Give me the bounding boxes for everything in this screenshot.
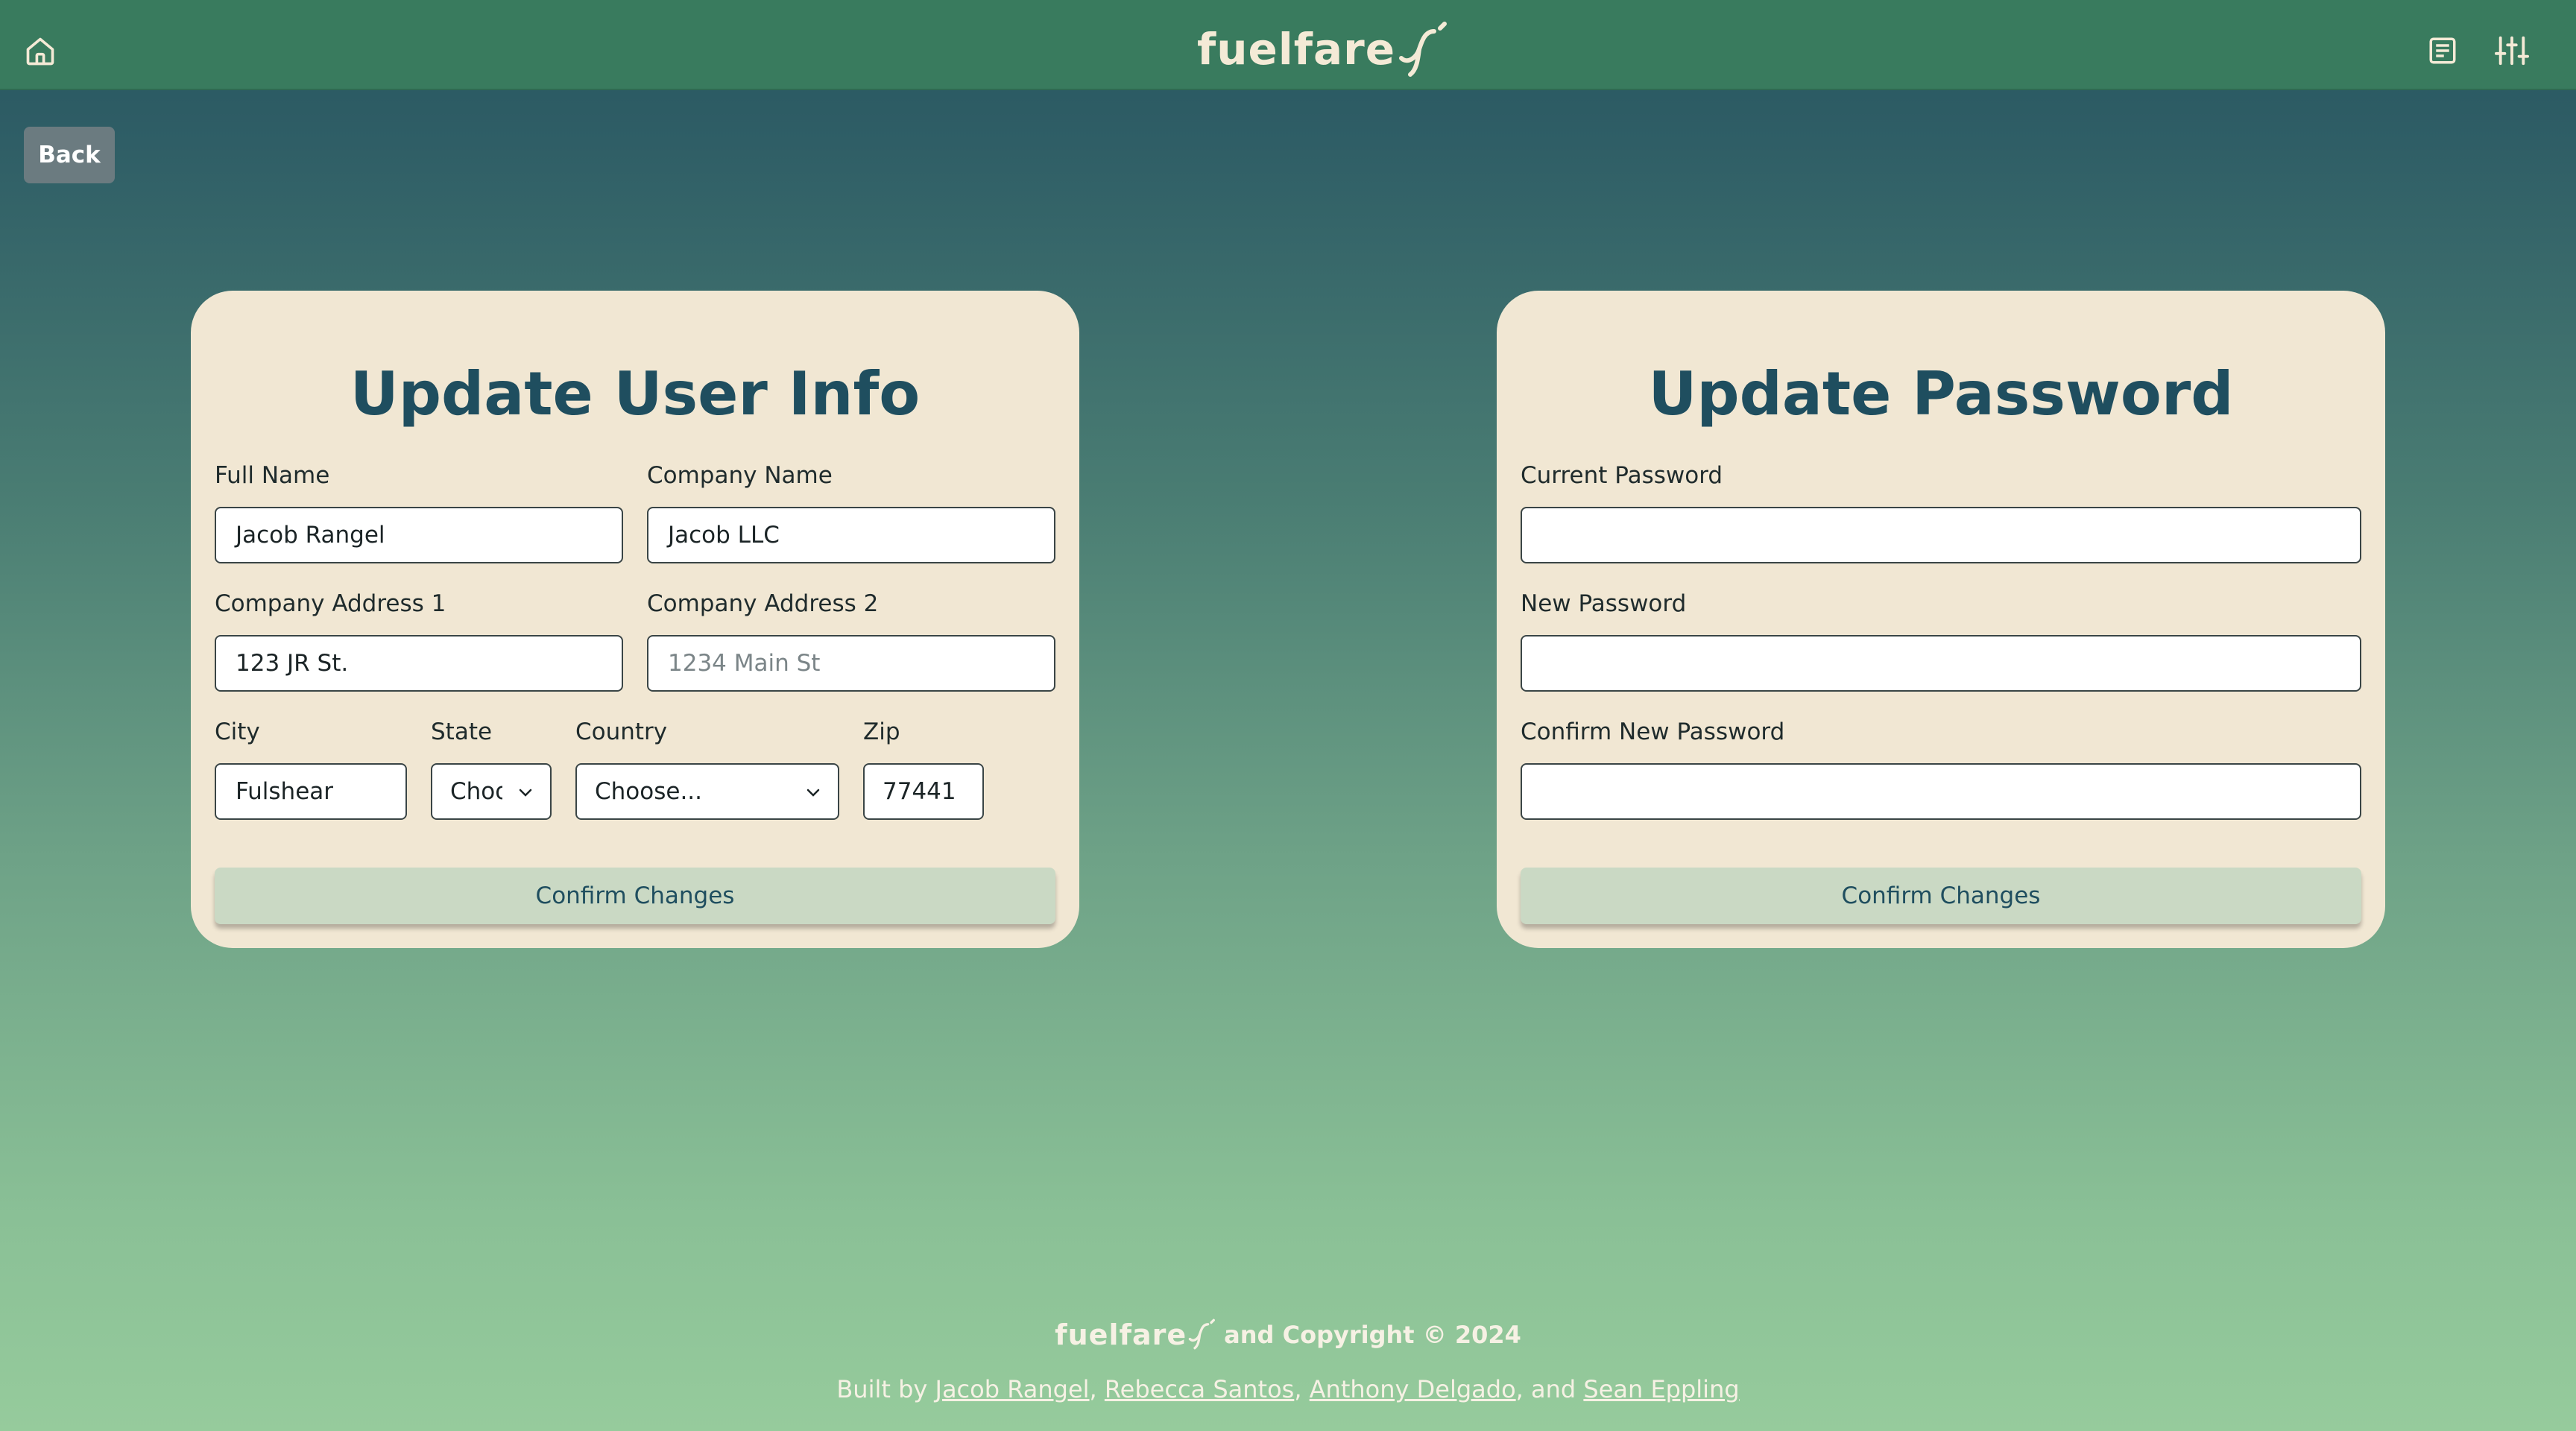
confirm-password-button[interactable]: Confirm Changes (1521, 868, 2361, 924)
company-address-1-label: Company Address 1 (215, 590, 446, 617)
top-navbar: fuelfare (0, 0, 2576, 90)
company-address-2-label: Company Address 2 (647, 590, 879, 617)
confirm-user-info-button[interactable]: Confirm Changes (215, 868, 1055, 924)
confirm-new-password-input[interactable] (1521, 763, 2361, 820)
current-password-input[interactable] (1521, 507, 2361, 563)
company-name-label: Company Name (647, 462, 833, 489)
footer-credits: Built by Jacob Rangel, Rebecca Santos, A… (0, 1373, 2576, 1406)
new-password-input[interactable] (1521, 635, 2361, 692)
card-title: Update Password (1648, 359, 2234, 429)
state-select[interactable]: Choose... (431, 763, 552, 820)
back-button[interactable]: Back (24, 127, 115, 183)
company-address-2-input[interactable]: 1234 Main St (647, 635, 1055, 692)
fuel-nozzle-icon (1188, 1318, 1216, 1350)
footer-copyright: fuelfare and Copyright © 2024 (0, 1315, 2576, 1353)
footer-logo-text: fuelfare (1055, 1318, 1187, 1351)
current-password-label: Current Password (1521, 462, 1723, 489)
copyright-text: and Copyright © 2024 (1224, 1321, 1521, 1349)
author-link-anthony-delgado[interactable]: Anthony Delgado (1310, 1375, 1516, 1403)
document-list-icon[interactable] (2427, 35, 2458, 66)
fuel-nozzle-icon (1399, 22, 1448, 77)
confirm-new-password-label: Confirm New Password (1521, 718, 1785, 745)
new-password-label: New Password (1521, 590, 1687, 617)
sliders-icon[interactable] (2494, 34, 2530, 68)
state-label: State (431, 718, 493, 745)
home-icon[interactable] (24, 35, 57, 68)
author-link-jacob-rangel[interactable]: Jacob Rangel (935, 1375, 1090, 1403)
country-selected-value: Choose... (595, 778, 703, 805)
update-password-card: Update Password Current Password New Pas… (1497, 291, 2385, 948)
chevron-down-icon (806, 789, 820, 797)
full-name-input[interactable]: Jacob Rangel (215, 507, 623, 563)
separator: , (1089, 1375, 1105, 1403)
zip-label: Zip (863, 718, 900, 745)
logo-text: fuelfare (1197, 24, 1396, 75)
city-input[interactable]: Fulshear (215, 763, 407, 820)
fuelfare-logo[interactable]: fuelfare (1197, 19, 1455, 79)
company-name-input[interactable]: Jacob LLC (647, 507, 1055, 563)
state-selected-value: Choose... (450, 778, 502, 805)
author-link-rebecca-santos[interactable]: Rebecca Santos (1105, 1375, 1294, 1403)
zip-input[interactable]: 77441 (863, 763, 984, 820)
built-by-text: Built by (836, 1375, 935, 1403)
full-name-label: Full Name (215, 462, 330, 489)
separator: , (1294, 1375, 1310, 1403)
country-label: Country (575, 718, 668, 745)
update-user-info-card: Update User Info Full Name Jacob Rangel … (191, 291, 1079, 948)
country-select[interactable]: Choose... (575, 763, 839, 820)
footer-logo: fuelfare (1055, 1315, 1219, 1353)
chevron-down-icon (519, 789, 532, 797)
separator: , and (1515, 1375, 1584, 1403)
author-link-sean-eppling[interactable]: Sean Eppling (1583, 1375, 1739, 1403)
company-address-1-input[interactable]: 123 JR St. (215, 635, 623, 692)
card-title: Update User Info (350, 359, 921, 429)
city-label: City (215, 718, 260, 745)
